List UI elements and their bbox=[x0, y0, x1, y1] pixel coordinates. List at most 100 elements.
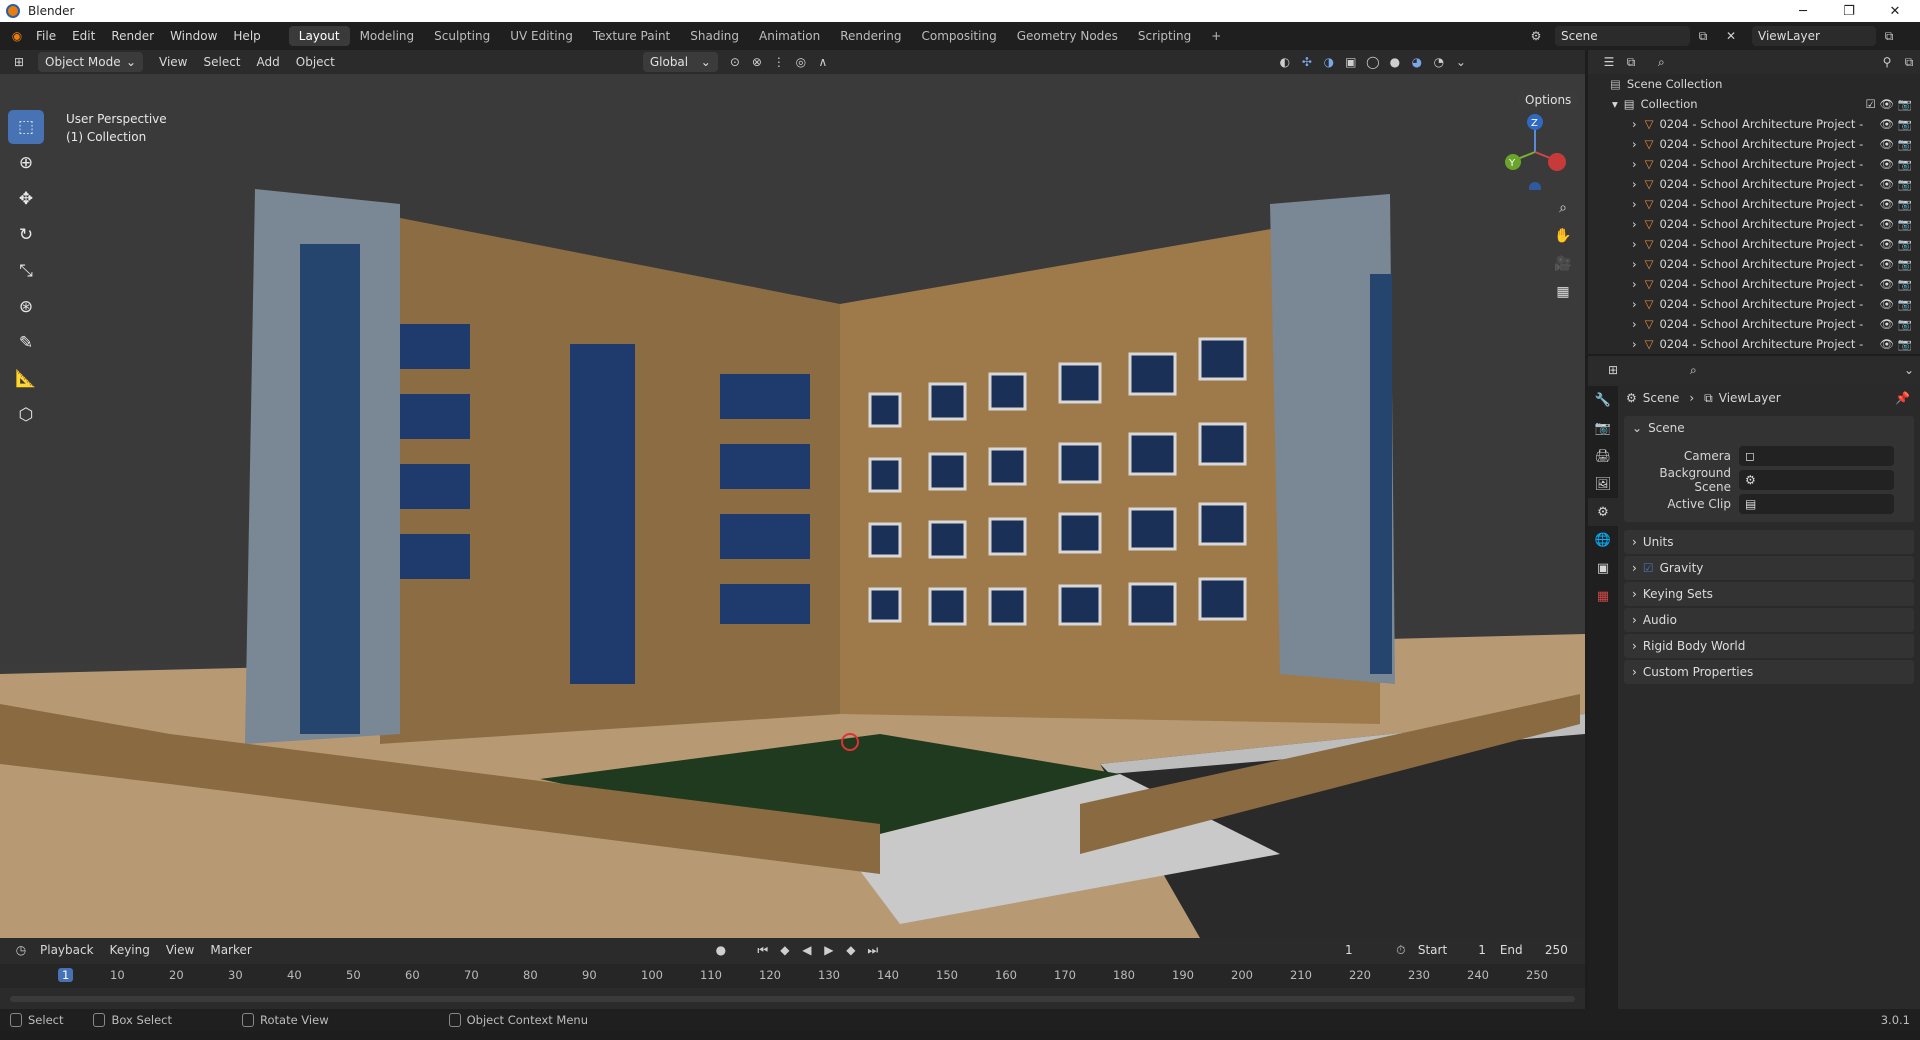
outliner-item[interactable]: › ▽ 0204 - School Architecture Project - 👁 … bbox=[1588, 114, 1920, 134]
end-frame-field[interactable]: End 250 bbox=[1493, 940, 1574, 960]
3d-viewport[interactable]: ⬚ ⊕ ✥ ↻ ⤡ ⊛ ✎ 📐 ⬡ User Perspective (1) C… bbox=[0, 74, 1585, 938]
tab-compositing[interactable]: Compositing bbox=[911, 26, 1006, 46]
visibility-toggles[interactable]: 👁 📷 bbox=[1879, 297, 1912, 311]
start-frame-field[interactable]: Start 1 bbox=[1411, 940, 1492, 960]
minimize-button[interactable]: ─ bbox=[1780, 0, 1826, 22]
viewport-menu-view[interactable]: View bbox=[151, 55, 195, 69]
visibility-toggles[interactable]: 👁 📷 bbox=[1879, 197, 1912, 211]
collection-row[interactable]: ▾ ▤ Collection ☑ 👁 📷 bbox=[1588, 94, 1920, 114]
tab-layout[interactable]: Layout bbox=[288, 26, 350, 46]
expand-icon[interactable]: › bbox=[1632, 257, 1637, 271]
custom-properties-panel[interactable]: › Custom Properties bbox=[1624, 660, 1914, 684]
viewlayer-selector[interactable]: ViewLayer bbox=[1752, 26, 1876, 46]
viewport-menu-add[interactable]: Add bbox=[249, 55, 288, 69]
close-button[interactable]: ✕ bbox=[1872, 0, 1918, 22]
outliner-search-input[interactable]: ⌕ bbox=[1652, 52, 1762, 72]
expand-icon[interactable]: › bbox=[1632, 197, 1637, 211]
tab-animation[interactable]: Animation bbox=[749, 26, 830, 46]
pan-hand-icon[interactable]: ✋ bbox=[1549, 222, 1577, 250]
outliner-item[interactable]: › ▽ 0204 - School Architecture Project - 👁 … bbox=[1588, 314, 1920, 334]
tab-uv-editing[interactable]: UV Editing bbox=[500, 26, 583, 46]
options-button[interactable]: Options bbox=[1518, 90, 1579, 110]
orientation-selector[interactable]: Global ⌄ bbox=[642, 52, 718, 72]
units-panel[interactable]: › Units bbox=[1624, 530, 1914, 554]
timeline-editor-icon[interactable]: ◷ bbox=[10, 940, 32, 960]
scene-selector[interactable]: Scene bbox=[1555, 26, 1690, 46]
snap-icon[interactable]: ⊗ bbox=[746, 52, 768, 72]
measure-tool-icon[interactable]: 📐 bbox=[8, 362, 44, 396]
tab-texture-paint[interactable]: Texture Paint bbox=[583, 26, 680, 46]
properties-options-icon[interactable]: ⌄ bbox=[1898, 360, 1920, 380]
pin-icon[interactable]: 📌 bbox=[1895, 391, 1910, 405]
display-mode-icon[interactable]: ⧉ bbox=[1620, 52, 1642, 72]
visibility-toggles[interactable]: 👁 📷 bbox=[1879, 317, 1912, 331]
camera-view-icon[interactable]: 🎥 bbox=[1549, 250, 1577, 278]
material-shading-icon[interactable]: ◕ bbox=[1406, 52, 1428, 72]
record-icon[interactable]: ● bbox=[710, 940, 732, 960]
new-viewlayer-icon[interactable]: ⧉ bbox=[1878, 26, 1900, 46]
audio-panel[interactable]: › Audio bbox=[1624, 608, 1914, 632]
scene-tab-icon[interactable]: ⚙ bbox=[1588, 498, 1618, 526]
annotate-tool-icon[interactable]: ✎ bbox=[8, 326, 44, 360]
expand-icon[interactable]: › bbox=[1632, 237, 1637, 251]
timeline-ruler[interactable]: 1 10 20 30 40 50 60 70 80 90 100 110 120 130 140 150 160… bbox=[0, 964, 1585, 988]
rigid-body-world-panel[interactable]: › Rigid Body World bbox=[1624, 634, 1914, 658]
keying-sets-panel[interactable]: › Keying Sets bbox=[1624, 582, 1914, 606]
visibility-toggles[interactable]: 👁 📷 bbox=[1879, 117, 1912, 131]
outliner-item[interactable]: › ▽ 0204 - School Architecture Project - 👁 … bbox=[1588, 174, 1920, 194]
timeline-menu-marker[interactable]: Marker bbox=[202, 943, 259, 957]
filter-icon[interactable]: ⚲ bbox=[1876, 52, 1898, 72]
maximize-button[interactable]: ❐ bbox=[1826, 0, 1872, 22]
visibility-toggles[interactable]: 👁 📷 bbox=[1879, 217, 1912, 231]
mode-selector[interactable]: Object Mode ⌄ bbox=[38, 52, 143, 72]
shading-options-icon[interactable]: ⌄ bbox=[1450, 52, 1472, 72]
proportional-edit-icon[interactable]: ◎ bbox=[790, 52, 812, 72]
timeline-menu-view[interactable]: View bbox=[158, 943, 202, 957]
gravity-checkbox[interactable]: ☑ bbox=[1643, 561, 1654, 575]
jump-start-icon[interactable]: ⏮ bbox=[752, 940, 774, 960]
expand-icon[interactable]: › bbox=[1632, 277, 1637, 291]
properties-search-input[interactable]: ⌕ bbox=[1684, 360, 1794, 380]
active-clip-field[interactable]: ▤ bbox=[1739, 494, 1894, 514]
viewport-menu-object[interactable]: Object bbox=[288, 55, 343, 69]
rendered-shading-icon[interactable]: ◔ bbox=[1428, 52, 1450, 72]
visibility-toggles[interactable]: 👁 📷 bbox=[1879, 277, 1912, 291]
visibility-toggles[interactable]: 👁 📷 bbox=[1879, 137, 1912, 151]
camera-field[interactable]: ◻ bbox=[1739, 446, 1894, 466]
menu-help[interactable]: Help bbox=[225, 29, 268, 43]
timeline-menu-playback[interactable]: Playback bbox=[32, 943, 102, 957]
expand-icon[interactable]: › bbox=[1632, 297, 1637, 311]
visibility-toggles[interactable]: 👁 📷 bbox=[1879, 157, 1912, 171]
collection-checkbox[interactable]: ☑ 👁 📷 bbox=[1865, 97, 1912, 111]
tool-tab-icon[interactable]: 🔧 bbox=[1588, 386, 1618, 414]
visibility-toggles[interactable]: 👁 📷 bbox=[1879, 177, 1912, 191]
scale-tool-icon[interactable]: ⤡ bbox=[8, 254, 44, 288]
view-layer-tab-icon[interactable]: 🖼 bbox=[1588, 470, 1618, 498]
background-scene-field[interactable]: ⚙ bbox=[1739, 470, 1894, 490]
stopwatch-icon[interactable]: ⏱ bbox=[1390, 940, 1412, 960]
expand-icon[interactable]: › bbox=[1632, 317, 1637, 331]
transform-tool-icon[interactable]: ⊛ bbox=[8, 290, 44, 324]
new-collection-icon[interactable]: ⧉ bbox=[1898, 52, 1920, 72]
menu-window[interactable]: Window bbox=[162, 29, 225, 43]
solid-shading-icon[interactable]: ● bbox=[1384, 52, 1406, 72]
outliner-item[interactable]: › ▽ 0204 - School Architecture Project - 👁 … bbox=[1588, 154, 1920, 174]
world-tab-icon[interactable]: 🌐 bbox=[1588, 526, 1618, 554]
navigation-gizmo[interactable]: Z Y bbox=[1495, 110, 1575, 190]
jump-end-icon[interactable]: ⏭ bbox=[862, 940, 884, 960]
falloff-icon[interactable]: ∧ bbox=[812, 52, 834, 72]
tab-scripting[interactable]: Scripting bbox=[1128, 26, 1201, 46]
visibility-toggles[interactable]: 👁 📷 bbox=[1879, 237, 1912, 251]
render-tab-icon[interactable]: 📷 bbox=[1588, 414, 1618, 442]
outliner-item[interactable]: › ▽ 0204 - School Architecture Project - 👁 … bbox=[1588, 294, 1920, 314]
timeline-scrollbar[interactable] bbox=[10, 996, 1575, 1002]
outliner-item[interactable]: › ▽ 0204 - School Architecture Project - 👁 … bbox=[1588, 194, 1920, 214]
editor-type-icon[interactable]: ⊞ bbox=[8, 52, 30, 72]
gravity-panel[interactable]: › ☑ Gravity bbox=[1624, 556, 1914, 580]
visibility-toggles[interactable]: 👁 📷 bbox=[1879, 257, 1912, 271]
xray-icon[interactable]: ▣ bbox=[1340, 52, 1362, 72]
prev-key-icon[interactable]: ◆ bbox=[774, 940, 796, 960]
zoom-icon[interactable]: ⌕ bbox=[1549, 194, 1577, 222]
snap-target-icon[interactable]: ⋮ bbox=[768, 52, 790, 72]
add-cube-tool-icon[interactable]: ⬡ bbox=[8, 398, 44, 432]
